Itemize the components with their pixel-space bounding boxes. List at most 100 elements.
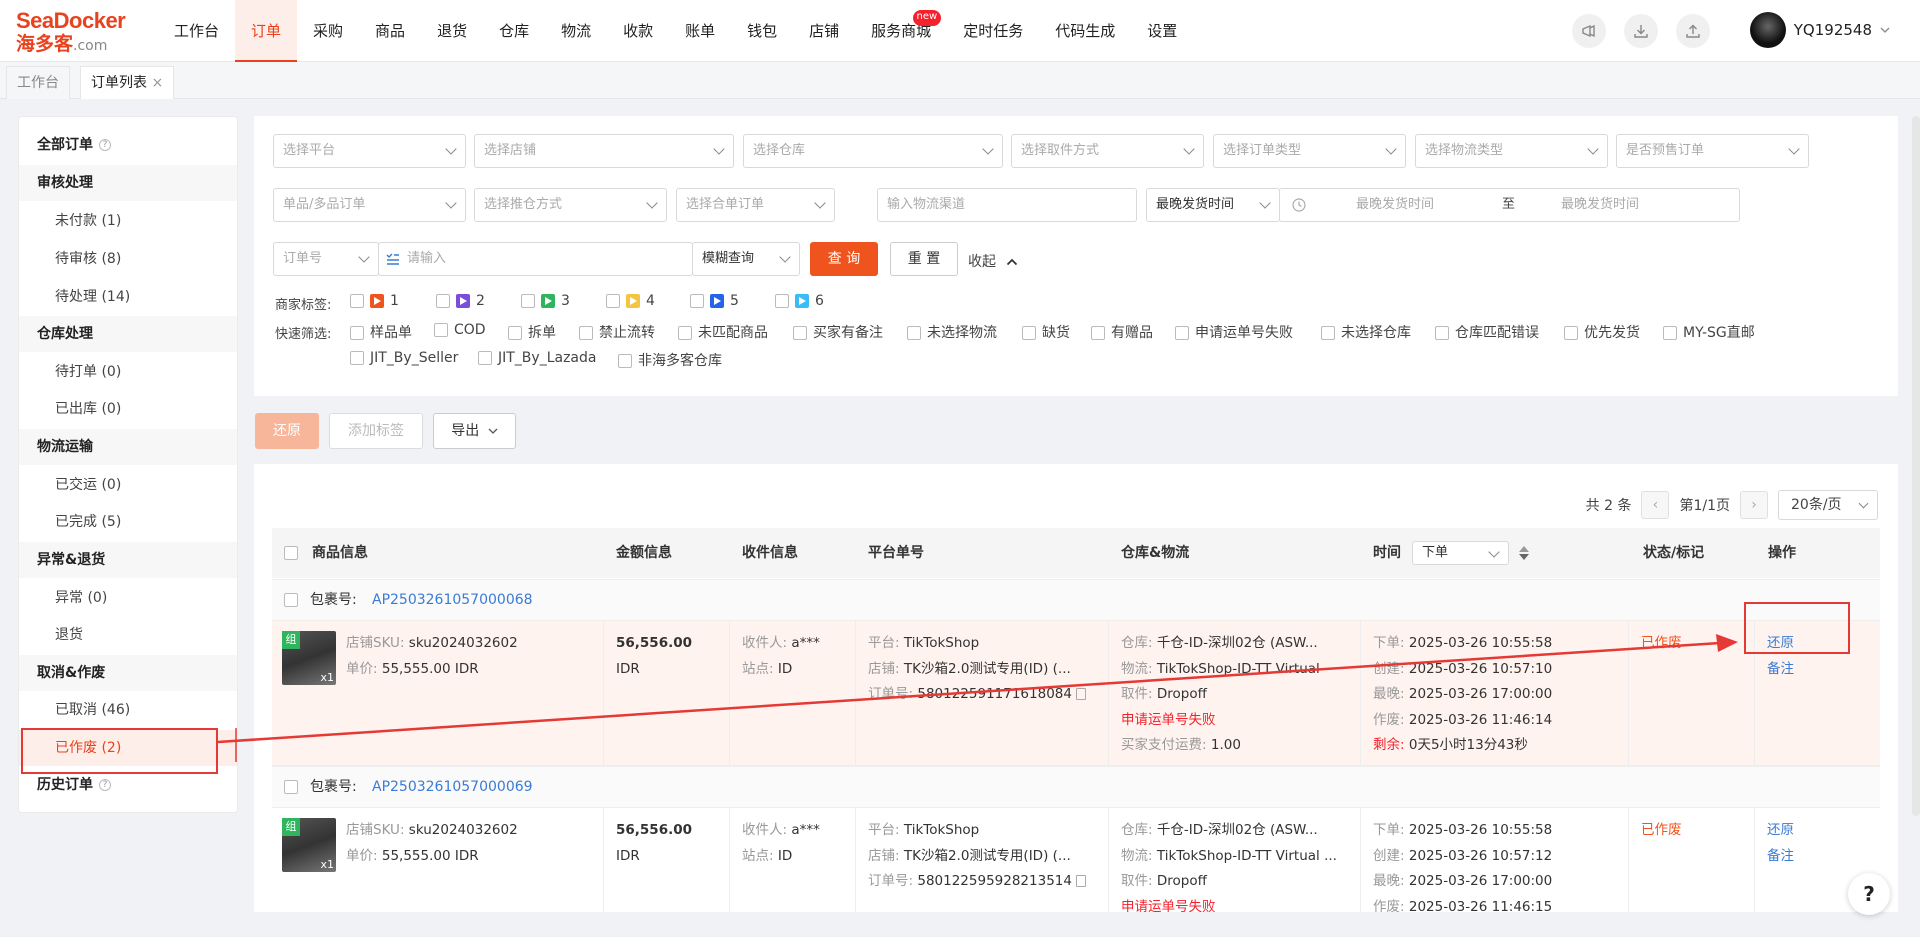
menu-item-purchase[interactable]: 采购	[297, 0, 359, 62]
checkbox[interactable]	[1091, 326, 1105, 340]
sidebar-item-to-process[interactable]: 待处理 (14)	[19, 279, 237, 315]
date-range-picker[interactable]: 最晚发货时间 至 最晚发货时间	[1279, 188, 1740, 222]
page-scrollbar[interactable]	[1912, 116, 1920, 816]
menu-item-settings[interactable]: 设置	[1131, 0, 1193, 62]
quick-filter-jit-seller[interactable]: JIT_By_Seller	[350, 350, 458, 366]
copy-icon[interactable]	[1075, 688, 1086, 700]
checkbox[interactable]	[350, 326, 364, 340]
sidebar-item-cancelled[interactable]: 已取消 (46)	[19, 692, 237, 728]
order-type-select[interactable]: 选择订单类型	[1213, 134, 1406, 168]
quick-filter-no-transfer[interactable]: 禁止流转	[579, 322, 655, 342]
quick-filter-cod[interactable]: COD	[434, 322, 486, 338]
quick-filter-split[interactable]: 拆单	[508, 322, 556, 342]
checkbox[interactable]	[1435, 326, 1449, 340]
checkbox[interactable]	[478, 351, 492, 365]
checkbox[interactable]	[1175, 326, 1189, 340]
store-select[interactable]: 选择店铺	[474, 134, 734, 168]
checkbox[interactable]	[606, 294, 620, 308]
push-warehouse-select[interactable]: 选择推仓方式	[474, 188, 667, 222]
checkbox[interactable]	[1321, 326, 1335, 340]
merchant-tag-3[interactable]: 3	[521, 293, 570, 309]
collapse-toggle[interactable]: 收起	[968, 251, 1018, 271]
quick-filter-priority[interactable]: 优先发货	[1564, 322, 1640, 342]
checkbox[interactable]	[775, 294, 789, 308]
restore-link[interactable]: 还原	[1767, 818, 1880, 844]
pickup-method-select[interactable]: 选择取件方式	[1011, 134, 1204, 168]
page-size-select[interactable]: 20条/页	[1778, 490, 1878, 520]
tab-workbench[interactable]: 工作台	[6, 66, 70, 99]
time-sort-select[interactable]: 下单	[1412, 541, 1509, 565]
restore-bulk-button[interactable]: 还原	[255, 413, 319, 449]
checkbox[interactable]	[508, 326, 522, 340]
help-button[interactable]: ?	[1848, 873, 1890, 915]
seadocker-logo[interactable]: SeaDocker 海多客.com	[16, 9, 136, 56]
checkbox[interactable]	[1663, 326, 1677, 340]
quick-filter-unmatched[interactable]: 未匹配商品	[678, 322, 768, 342]
checkbox[interactable]	[1022, 326, 1036, 340]
checkbox[interactable]	[521, 294, 535, 308]
prev-page-button[interactable]: ‹	[1641, 491, 1670, 519]
sidebar-item-pending-review[interactable]: 待审核 (8)	[19, 241, 237, 277]
match-mode-select[interactable]: 模糊查询	[692, 242, 800, 276]
checkbox[interactable]	[579, 326, 593, 340]
sidebar-item-completed[interactable]: 已完成 (5)	[19, 504, 237, 540]
quick-filter-warehouse-error[interactable]: 仓库匹配错误	[1435, 322, 1539, 342]
ship-time-select[interactable]: 最晚发货时间	[1146, 188, 1280, 222]
menu-item-products[interactable]: 商品	[359, 0, 421, 62]
checkbox[interactable]	[434, 323, 448, 337]
quick-filter-sample[interactable]: 样品单	[350, 322, 412, 342]
quick-filter-no-warehouse[interactable]: 未选择仓库	[1321, 322, 1411, 342]
sidebar-item-handed-over[interactable]: 已交运 (0)	[19, 467, 237, 503]
download-icon[interactable]	[1624, 14, 1658, 48]
reset-button[interactable]: 重 置	[890, 242, 958, 276]
note-link[interactable]: 备注	[1767, 657, 1880, 683]
user-menu[interactable]: YQ192548	[1749, 12, 1890, 48]
tab-order-list[interactable]: 订单列表 ×	[80, 66, 175, 99]
menu-item-code-gen[interactable]: 代码生成	[1039, 0, 1131, 62]
menu-item-service-mall[interactable]: 服务商城 new	[855, 0, 947, 62]
menu-item-wallet[interactable]: 钱包	[731, 0, 793, 62]
menu-item-warehouse[interactable]: 仓库	[483, 0, 545, 62]
checkbox[interactable]	[618, 354, 632, 368]
note-link[interactable]: 备注	[1767, 844, 1880, 870]
platform-select[interactable]: 选择平台	[273, 134, 466, 168]
menu-item-logistics[interactable]: 物流	[545, 0, 607, 62]
warehouse-select[interactable]: 选择仓库	[743, 134, 1003, 168]
menu-item-returns[interactable]: 退货	[421, 0, 483, 62]
quick-filter-gift[interactable]: 有赠品	[1091, 322, 1153, 342]
checkbox[interactable]	[793, 326, 807, 340]
sidebar-item-returns[interactable]: 退货	[19, 617, 237, 653]
export-button[interactable]: 导出	[433, 413, 516, 449]
sidebar-item-unpaid[interactable]: 未付款 (1)	[19, 203, 237, 239]
checkbox[interactable]	[350, 351, 364, 365]
copy-icon[interactable]	[1075, 875, 1086, 887]
merchant-tag-4[interactable]: 4	[606, 293, 655, 309]
quick-filter-out-of-stock[interactable]: 缺货	[1022, 322, 1070, 342]
add-tag-button[interactable]: 添加标签	[329, 413, 423, 449]
next-page-button[interactable]: ›	[1740, 491, 1768, 519]
quick-filter-waybill-failed[interactable]: 申请运单号失败	[1175, 322, 1293, 342]
quick-filter-non-seadocker[interactable]: 非海多客仓库	[618, 350, 722, 370]
package-number-link[interactable]: AP2503261057000069	[372, 767, 533, 807]
row-checkbox[interactable]	[284, 780, 298, 794]
quick-filter-buyer-note[interactable]: 买家有备注	[793, 322, 883, 342]
menu-item-collection[interactable]: 收款	[607, 0, 669, 62]
checkbox[interactable]	[350, 294, 364, 308]
checkbox[interactable]	[436, 294, 450, 308]
single-multi-select[interactable]: 单品/多品订单	[273, 188, 466, 222]
order-number-select[interactable]: 订单号	[273, 242, 379, 276]
menu-item-workbench[interactable]: 工作台	[158, 0, 235, 62]
sidebar-item-all-orders[interactable]: 全部订单?	[19, 127, 237, 163]
menu-item-stores[interactable]: 店铺	[793, 0, 855, 62]
sort-icon[interactable]	[1518, 545, 1530, 561]
select-all-checkbox[interactable]	[284, 546, 298, 560]
upload-icon[interactable]	[1676, 14, 1710, 48]
sidebar-item-shipped-out[interactable]: 已出库 (0)	[19, 391, 237, 427]
menu-item-scheduled-tasks[interactable]: 定时任务	[947, 0, 1039, 62]
sidebar-item-to-print[interactable]: 待打单 (0)	[19, 354, 237, 390]
close-icon[interactable]: ×	[151, 75, 163, 91]
sidebar-item-exceptions[interactable]: 异常 (0)	[19, 580, 237, 616]
logistics-type-select[interactable]: 选择物流类型	[1415, 134, 1608, 168]
quick-filter-jit-lazada[interactable]: JIT_By_Lazada	[478, 350, 596, 366]
checkbox[interactable]	[1564, 326, 1578, 340]
